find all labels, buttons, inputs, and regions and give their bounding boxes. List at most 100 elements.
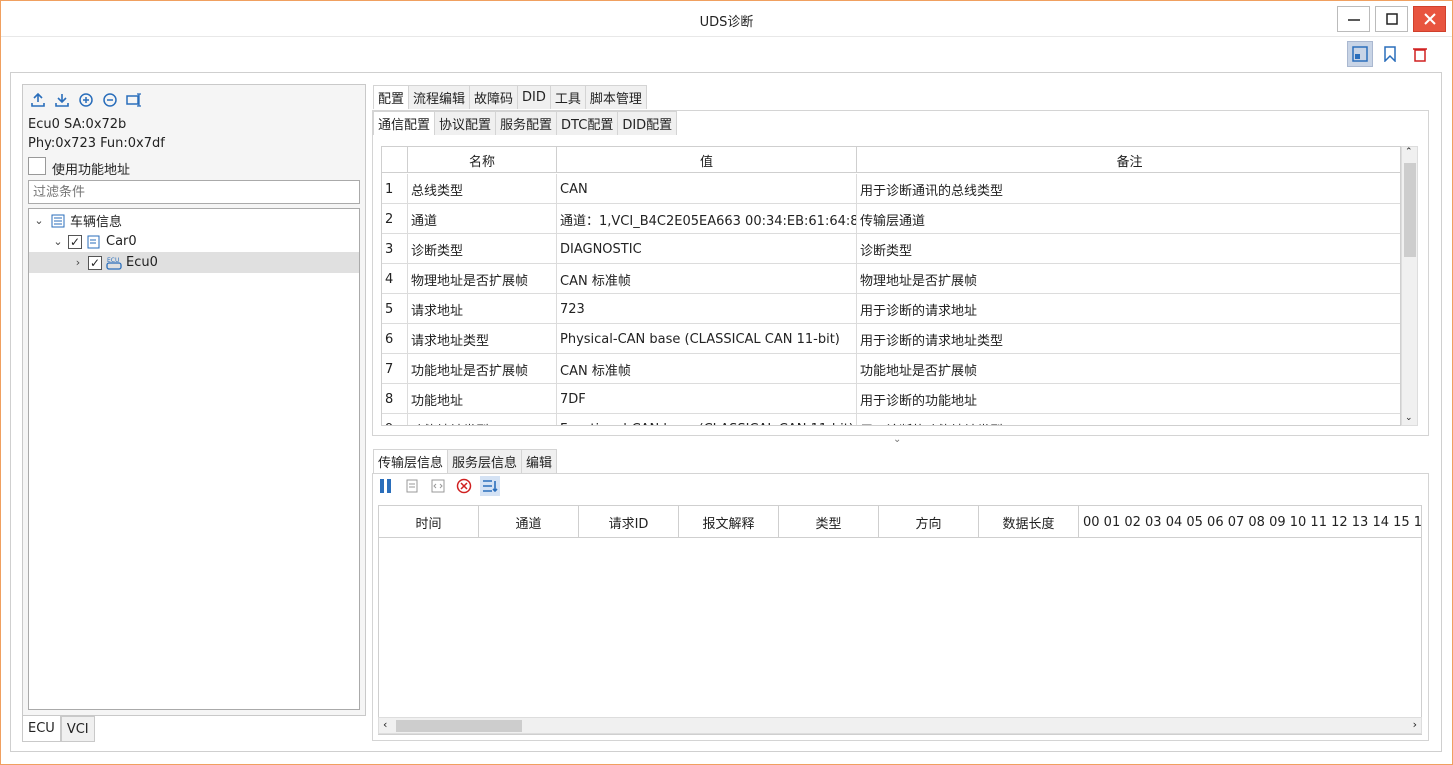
tree-node-car[interactable]: ⌄ ✓ Car0 [29,231,359,252]
row-value: 通道：1,VCI_B4C2E05EA663 00:34:EB:61:64:8..… [557,204,857,234]
add-icon[interactable] [77,91,95,109]
copy-icon[interactable] [402,476,422,496]
row-name: 功能地址是否扩展帧 [408,354,557,384]
table-row[interactable]: 8 功能地址 7DF 用于诊断的功能地址 [382,384,1400,414]
row-index: 7 [382,354,408,384]
row-note: 功能地址是否扩展帧 [860,363,978,379]
horizontal-scrollbar[interactable]: ‹ › [378,717,1422,734]
tab-did[interactable]: DID [517,85,551,109]
tab-tools[interactable]: 工具 [549,85,586,109]
scroll-left-icon[interactable]: ‹ [383,718,387,731]
row-note: 传输层通道 [860,213,926,229]
auto-scroll-icon[interactable] [480,476,500,496]
maximize-button[interactable] [1375,6,1408,32]
log-tabs: 传输层信息 服务层信息 编辑 [373,449,558,473]
tab-service-info[interactable]: 服务层信息 [447,449,523,473]
list-icon [49,213,67,229]
row-value: DIAGNOSTIC [557,234,857,264]
expand-arrow-icon[interactable]: ⌄ [51,235,65,248]
import-icon[interactable] [53,91,71,109]
code-icon[interactable] [428,476,448,496]
log-header-message: 报文解释 [679,506,779,538]
table-row[interactable]: 2 通道 通道：1,VCI_B4C2E05EA663 00:34:EB:61:64:… [382,204,1400,234]
scroll-right-icon[interactable]: › [1413,718,1417,731]
scroll-thumb[interactable] [1404,163,1416,257]
bookmark-icon[interactable] [1377,41,1403,67]
row-name: 通道 [408,204,557,234]
maximize-icon [1385,13,1398,25]
table-row[interactable]: 4 物理地址是否扩展帧 CAN 标准帧 物理地址是否扩展帧 [382,264,1400,294]
log-header-direction: 方向 [879,506,979,538]
ecu-toolbar [29,91,143,109]
table-row[interactable]: 9功能地址类型Functional-CAN base (CLASSICAL CA… [382,414,1400,426]
tree-label-ecu: Ecu0 [126,255,158,270]
row-note: 用于诊断的功能地址类型 [857,414,1400,426]
table-row[interactable]: 7 功能地址是否扩展帧 CAN 标准帧 功能地址是否扩展帧 [382,354,1400,384]
row-value: Functional-CAN base (CLASSICAL CAN 11-bi… [557,414,857,425]
clear-icon[interactable] [454,476,474,496]
tab-vci[interactable]: VCI [60,716,95,742]
row-index: 3 [382,234,408,264]
splitter-chevron-icon[interactable]: ⌄ [893,434,901,445]
ecu-address-info: Ecu0 SA:0x72b [28,117,127,132]
functional-address-checkbox[interactable] [28,157,46,175]
tab-config[interactable]: 配置 [373,85,410,109]
car-checkbox[interactable]: ✓ [68,234,82,249]
minimize-icon [1347,19,1360,21]
tab-did-config[interactable]: DID配置 [617,111,678,135]
ecu-icon: ECU [105,255,123,271]
vertical-scrollbar[interactable]: ⌃ ⌄ [1401,146,1418,426]
hscroll-thumb[interactable] [396,720,522,732]
layout-icon[interactable] [1347,41,1373,67]
table-row[interactable]: 1 总线类型 CAN 用于诊断通讯的总线类型 [382,174,1400,204]
log-header-request-id: 请求ID [579,506,679,538]
row-note: 物理地址是否扩展帧 [860,273,978,289]
scroll-down-icon[interactable]: ⌄ [1405,413,1413,423]
row-note: 诊断类型 [860,243,913,259]
tab-service-config[interactable]: 服务配置 [495,111,558,135]
scroll-up-icon[interactable]: ⌃ [1405,147,1413,157]
expand-arrow-icon[interactable]: ⌄ [32,214,46,227]
pause-icon[interactable] [376,476,396,496]
row-index: 6 [382,324,408,354]
tab-flow-edit[interactable]: 流程编辑 [408,85,471,109]
ecu-checkbox[interactable]: ✓ [88,255,102,270]
close-button[interactable] [1413,6,1446,32]
tab-ecu[interactable]: ECU [22,716,61,742]
tree-label-car: Car0 [106,234,137,249]
filter-input[interactable] [28,180,360,204]
row-name: 功能地址类型 [408,414,557,425]
row-index: 1 [382,174,408,204]
tab-comm-config[interactable]: 通信配置 [373,111,436,135]
close-icon [1423,13,1436,25]
ecu-icon-badge: ECU [107,257,119,264]
row-note: 用于诊断通讯的总线类型 [860,183,1004,199]
collapse-arrow-icon[interactable]: › [71,256,85,269]
tree-label-vehicle: 车辆信息 [70,215,123,230]
table-row[interactable]: 5 请求地址 723 用于诊断的请求地址 [382,294,1400,324]
table-row[interactable]: 6 请求地址类型 Physical-CAN base (CLASSICAL CAN … [382,324,1400,354]
tab-edit[interactable]: 编辑 [521,449,558,473]
tree-node-vehicle[interactable]: ⌄ 车辆信息 [29,210,359,231]
title-bar: UDS诊断 [1,1,1452,37]
tab-transport-info[interactable]: 传输层信息 [373,449,449,473]
remove-icon[interactable] [101,91,119,109]
top-right-toolbar [1347,41,1433,67]
table-row[interactable]: 3 诊断类型 DIAGNOSTIC 诊断类型 [382,234,1400,264]
row-note: 用于诊断的请求地址 [860,303,978,319]
export-icon[interactable] [29,91,47,109]
minimize-button[interactable] [1337,6,1370,32]
transport-log-table: 时间 通道 请求ID 报文解释 类型 方向 数据长度 00 01 02 03 0… [378,505,1422,735]
rename-icon[interactable] [125,91,143,109]
row-name: 功能地址 [408,384,557,414]
main-tabs: 配置 流程编辑 故障码 DID 工具 脚本管理 [373,85,647,109]
tab-script-manage[interactable]: 脚本管理 [584,85,647,109]
tab-protocol-config[interactable]: 协议配置 [434,111,497,135]
delete-icon[interactable] [1407,41,1433,67]
row-value: 7DF [557,384,857,414]
tree-node-ecu[interactable]: › ✓ ECU Ecu0 [29,252,359,273]
tab-dtc-config[interactable]: DTC配置 [556,111,619,135]
header-value: 值 [557,147,857,173]
log-header-hex-bytes: 00 01 02 03 04 05 06 07 08 09 10 11 12 1… [1083,514,1422,530]
tab-dtc[interactable]: 故障码 [469,85,519,109]
